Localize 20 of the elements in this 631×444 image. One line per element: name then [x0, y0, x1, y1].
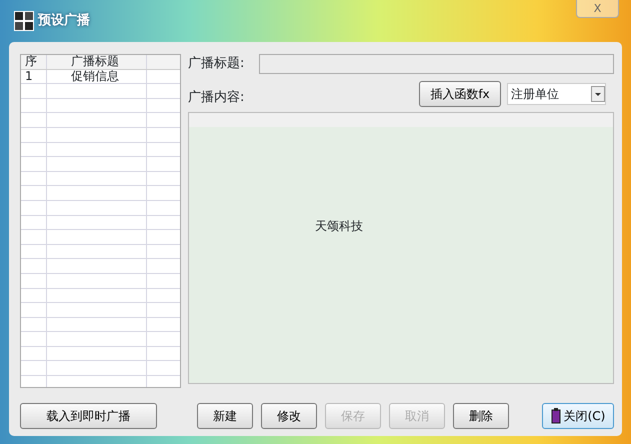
column-header[interactable]: 序: [21, 55, 47, 69]
field-label: 广播内容:: [188, 88, 244, 107]
app-icon: [14, 11, 34, 31]
insert-function-button[interactable]: 插入函数fx: [419, 80, 501, 106]
field-label: 广播标题:: [188, 55, 246, 74]
title-field[interactable]: [259, 54, 614, 74]
door-icon: [550, 408, 561, 424]
window-title: 预设广播: [38, 12, 90, 30]
column-header[interactable]: 广播标题: [47, 55, 147, 69]
action-button[interactable]: 删除: [453, 403, 509, 429]
load-button[interactable]: 载入到即时广播: [20, 403, 157, 429]
close-button[interactable]: X: [576, 0, 619, 18]
action-button[interactable]: 修改: [261, 403, 317, 429]
content-text: 天颂科技: [315, 218, 363, 235]
content-editor[interactable]: 天颂科技: [188, 112, 614, 384]
close-button[interactable]: 关闭(C): [542, 403, 614, 429]
function-dropdown[interactable]: 注册单位: [507, 82, 606, 104]
table-cell: 促销信息: [47, 70, 147, 84]
action-button[interactable]: 新建: [197, 403, 253, 429]
table-cell: 1: [21, 70, 47, 84]
